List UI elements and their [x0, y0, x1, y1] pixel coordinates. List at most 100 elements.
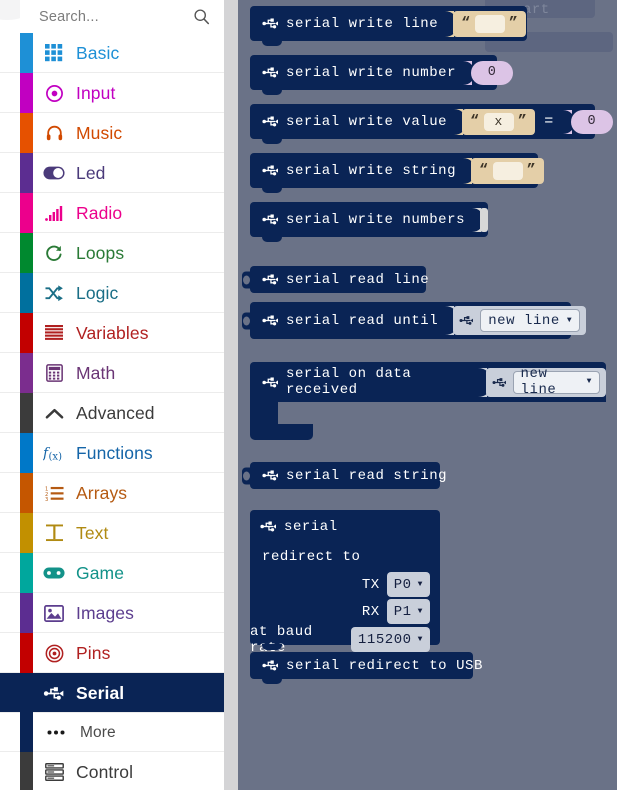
block-serial-on-data-received[interactable]: serial on data received	[250, 362, 606, 440]
string-value[interactable]: x	[484, 113, 514, 131]
string-value[interactable]	[475, 15, 505, 33]
block-serial-write-numbers[interactable]: serial write numbers	[250, 202, 488, 237]
category-color-stripe	[20, 553, 33, 593]
socket-notch	[445, 306, 454, 335]
input-socket	[463, 61, 472, 85]
open-quote-glyph: “	[461, 16, 471, 31]
sidebar-item-label: Math	[76, 353, 115, 393]
block-label: serial write line	[286, 16, 438, 32]
output-plug	[242, 312, 251, 329]
category-color-stripe	[20, 593, 33, 633]
input-socket	[563, 110, 572, 134]
event-block-header[interactable]: serial on data received	[250, 362, 606, 402]
usb-icon	[262, 658, 279, 673]
block-serial-write-string[interactable]: serial write string “ ”	[250, 153, 538, 188]
dropdown-shadow-read-until[interactable]: new line ▼	[453, 306, 586, 335]
sidebar-item-radio[interactable]: Radio	[0, 193, 224, 233]
server-icon	[40, 752, 68, 790]
category-color-stripe	[20, 193, 33, 233]
dropdown-value: 115200	[358, 632, 412, 648]
dropdown-value: P1	[394, 604, 412, 620]
close-quote-glyph: ”	[527, 163, 537, 178]
rx-label: RX	[362, 604, 380, 620]
block-label: serial read string	[286, 468, 447, 484]
sidebar-item-led[interactable]: Led	[0, 153, 224, 193]
usb-icon	[459, 314, 474, 327]
block-serial-redirect-to-usb[interactable]: serial redirect to USB	[250, 652, 473, 679]
headphone-icon	[40, 113, 68, 153]
search-input[interactable]: Search...	[20, 9, 193, 25]
toolbox-scrollbar[interactable]	[224, 0, 238, 790]
input-socket	[472, 208, 481, 232]
sidebar-item-variables[interactable]: Variables	[0, 313, 224, 353]
string-field-write-line[interactable]: “ ”	[453, 11, 526, 37]
block-serial-read-line[interactable]: serial read line	[250, 266, 426, 293]
sidebar-item-pins[interactable]: Pins	[0, 633, 224, 673]
event-block-mouth	[278, 402, 606, 424]
number-field-write-value[interactable]: 0	[571, 110, 613, 134]
search-icon[interactable]	[193, 8, 224, 25]
sidebar-item-arrays[interactable]: 123Arrays	[0, 473, 224, 513]
block-serial-redirect-to[interactable]: serial redirect to TX P0 ▼ RX P1 ▼ a	[250, 510, 440, 645]
block-serial-read-until[interactable]: serial read until ne	[250, 302, 571, 339]
sidebar-item-basic[interactable]: Basic	[0, 33, 224, 73]
block-serial-write-number[interactable]: serial write number 0	[250, 55, 497, 90]
sidebar-item-math[interactable]: Math	[0, 353, 224, 393]
sidebar-item-serial[interactable]: Serial	[0, 673, 224, 713]
sidebar-item-loops[interactable]: Loops	[0, 233, 224, 273]
category-color-stripe	[20, 273, 33, 313]
category-color-stripe	[20, 153, 33, 193]
sidebar-item-images[interactable]: Images	[0, 593, 224, 633]
dropdown-on-data-received[interactable]: new line ▼	[513, 371, 600, 394]
block-label: serial read line	[286, 272, 429, 288]
category-color-stripe	[20, 713, 33, 752]
number-field-write-number[interactable]: 0	[471, 61, 513, 85]
dropdown-rx[interactable]: P1 ▼	[387, 599, 430, 624]
dropdown-read-until[interactable]: new line ▼	[480, 309, 580, 332]
block-label: serial write value	[286, 114, 447, 130]
block-label: serial write string	[286, 163, 456, 179]
usb-icon	[40, 673, 68, 713]
string-value[interactable]	[493, 162, 523, 180]
dropdown-shadow-on-data-received[interactable]: new line ▼	[486, 368, 606, 397]
pin-target-icon	[40, 633, 68, 673]
sidebar-item-text[interactable]: Text	[0, 513, 224, 553]
input-socket	[445, 306, 454, 335]
usb-icon	[262, 114, 279, 129]
gamepad-icon	[40, 553, 68, 593]
sidebar-item-more[interactable]: More	[0, 713, 224, 752]
search-bar[interactable]: Search...	[20, 0, 224, 34]
input-socket	[478, 368, 487, 397]
dropdown-value: new line	[488, 313, 560, 329]
category-color-stripe	[20, 33, 33, 73]
grid-icon	[40, 33, 68, 73]
sidebar-item-label: Control	[76, 752, 133, 790]
sidebar-item-label: Text	[76, 513, 109, 553]
sidebar-item-game[interactable]: Game	[0, 553, 224, 593]
event-block-mouth-left	[250, 402, 278, 424]
sidebar-item-music[interactable]: Music	[0, 113, 224, 153]
dropdown-baud-rate[interactable]: 115200 ▼	[351, 627, 430, 652]
string-field-write-value[interactable]: “ x ”	[462, 109, 535, 135]
block-serial-write-line[interactable]: serial write line “ ”	[250, 6, 527, 41]
socket-notch	[472, 208, 481, 232]
sidebar-item-logic[interactable]: Logic	[0, 273, 224, 313]
shuffle-icon	[40, 273, 68, 313]
tx-label: TX	[362, 577, 380, 593]
fx-icon: f(x)	[40, 433, 68, 473]
string-field-write-string[interactable]: “ ”	[471, 158, 544, 184]
category-color-stripe	[20, 393, 33, 433]
sidebar-item-advanced[interactable]: Advanced	[0, 393, 224, 433]
block-serial-read-string[interactable]: serial read string	[250, 462, 440, 489]
sidebar-item-input[interactable]: Input	[0, 73, 224, 113]
chevron-down-icon: ▼	[418, 581, 423, 589]
dropdown-tx[interactable]: P0 ▼	[387, 572, 430, 597]
block-serial-write-value[interactable]: serial write value “ x ” = 0	[250, 104, 595, 139]
sidebar-item-control[interactable]: Control	[0, 752, 224, 790]
socket-notch	[445, 11, 454, 37]
usb-icon	[492, 376, 507, 389]
redirect-line-2: redirect to	[250, 543, 440, 571]
chevron-down-icon: ▼	[587, 378, 592, 386]
empty-array-field[interactable]	[480, 208, 488, 232]
sidebar-item-functions[interactable]: f(x)Functions	[0, 433, 224, 473]
